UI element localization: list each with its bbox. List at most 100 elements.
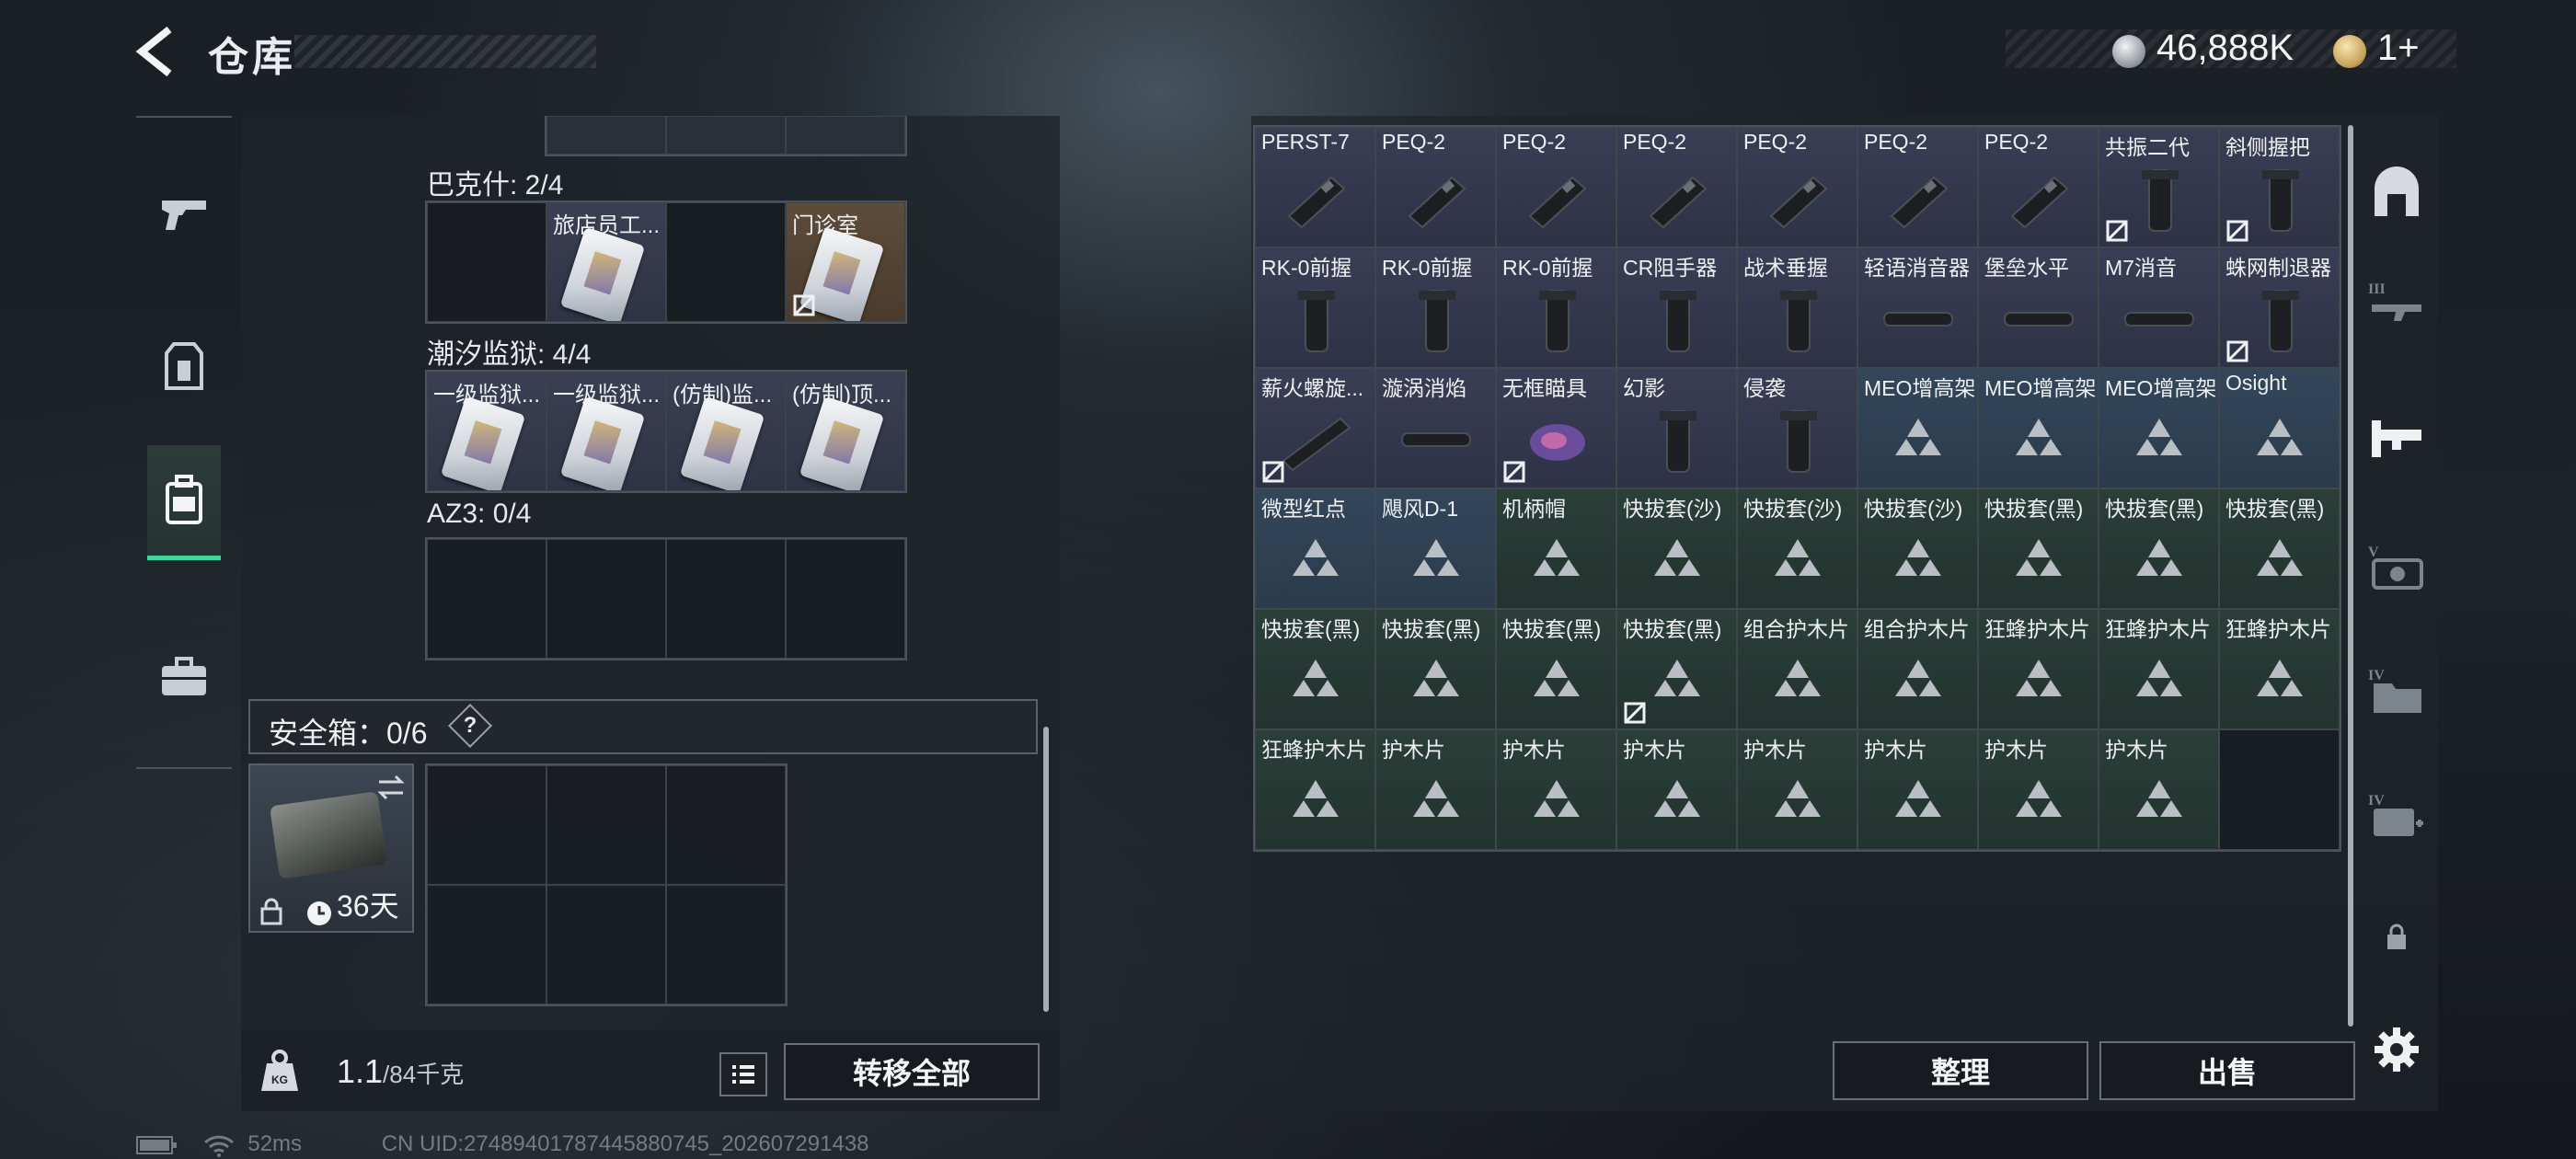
stash-item-cell[interactable]: PEQ-2 bbox=[1616, 127, 1737, 247]
sell-button[interactable]: 出售 bbox=[2099, 1041, 2355, 1100]
stash-item-cell[interactable]: 护木片 bbox=[1857, 729, 1978, 850]
tab-depot[interactable] bbox=[2368, 162, 2425, 226]
list-view-button[interactable] bbox=[719, 1052, 767, 1096]
safe-slot[interactable] bbox=[666, 885, 786, 1004]
safe-slot[interactable] bbox=[427, 885, 546, 1004]
tab-backpack[interactable] bbox=[147, 445, 221, 560]
transfer-all-button[interactable]: 转移全部 bbox=[784, 1043, 1040, 1100]
stash-item-cell[interactable]: MEO增高架 bbox=[2099, 368, 2219, 488]
slot[interactable] bbox=[546, 116, 666, 155]
stash-item-cell[interactable]: 幻影 bbox=[1616, 368, 1737, 488]
stash-item-cell[interactable]: 狂蜂护木片 bbox=[2099, 609, 2219, 729]
stash-item-cell[interactable]: PEQ-2 bbox=[1496, 127, 1616, 247]
stash-item-cell[interactable]: 快拔套(黑) bbox=[1978, 488, 2099, 609]
left-scrollbar[interactable] bbox=[1043, 727, 1049, 1012]
tab-tier-4-medical[interactable]: IV bbox=[2368, 784, 2425, 848]
stash-item-cell[interactable]: 侵袭 bbox=[1737, 368, 1857, 488]
stash-item-cell[interactable]: PEQ-2 bbox=[1737, 127, 1857, 247]
safe-slot[interactable] bbox=[666, 765, 786, 885]
stash-item-cell[interactable]: 飓风D-1 bbox=[1375, 488, 1496, 609]
stash-item-cell[interactable]: PERST-7 bbox=[1255, 127, 1375, 247]
tab-briefcase[interactable] bbox=[147, 622, 221, 732]
sort-button[interactable]: 整理 bbox=[1833, 1041, 2088, 1100]
stash-item-cell[interactable]: PEQ-2 bbox=[1375, 127, 1496, 247]
stash-item-cell[interactable]: 组合护木片 bbox=[1737, 609, 1857, 729]
empty-slot[interactable] bbox=[427, 539, 546, 659]
keycard-slot[interactable]: 一级监狱... bbox=[427, 372, 546, 491]
tab-vest[interactable] bbox=[147, 311, 221, 421]
stash-item-cell[interactable]: 狂蜂护木片 bbox=[1978, 609, 2099, 729]
stash-item-cell[interactable]: 护木片 bbox=[1616, 729, 1737, 850]
stash-item-cell[interactable]: 快拔套(沙) bbox=[1737, 488, 1857, 609]
tab-tier-3[interactable]: III bbox=[2368, 272, 2425, 337]
stash-item-cell[interactable]: 微型红点 bbox=[1255, 488, 1375, 609]
stash-item-cell[interactable]: 快拔套(黑) bbox=[1496, 609, 1616, 729]
stash-item-cell[interactable]: 护木片 bbox=[1737, 729, 1857, 850]
stash-item-cell[interactable]: 堡垒水平 bbox=[1978, 247, 2099, 368]
stash-item-cell[interactable]: 狂蜂护木片 bbox=[1255, 729, 1375, 850]
stash-item-cell[interactable]: 蛛网制退器 bbox=[2219, 247, 2340, 368]
stash-item-cell[interactable]: 机柄帽 bbox=[1496, 488, 1616, 609]
safe-slot[interactable] bbox=[546, 885, 666, 1004]
tab-tier-4[interactable]: IV bbox=[2368, 659, 2425, 723]
stash-item-cell[interactable]: MEO增高架 bbox=[1857, 368, 1978, 488]
settings-button[interactable] bbox=[2368, 1017, 2425, 1082]
empty-cell[interactable] bbox=[2219, 729, 2340, 850]
tab-attachments[interactable] bbox=[2368, 407, 2425, 471]
stash-item-cell[interactable]: 共振二代 bbox=[2099, 127, 2219, 247]
stash-item-cell[interactable]: 斜侧握把 bbox=[2219, 127, 2340, 247]
help-icon[interactable]: ? bbox=[447, 703, 493, 749]
back-arrow-icon[interactable] bbox=[134, 26, 180, 77]
stash-item-cell[interactable]: PEQ-2 bbox=[1857, 127, 1978, 247]
stash-item-cell[interactable]: Osight bbox=[2219, 368, 2340, 488]
keycard-slot[interactable]: 旅店员工... bbox=[546, 202, 666, 322]
placeholder-item-icon bbox=[2016, 419, 2062, 455]
empty-slot[interactable] bbox=[666, 539, 786, 659]
stash-item-cell[interactable]: 快拔套(沙) bbox=[1616, 488, 1737, 609]
safe-box-item[interactable]: 36天 bbox=[248, 763, 414, 933]
stash-item-cell[interactable]: 组合护木片 bbox=[1857, 609, 1978, 729]
stash-item-cell[interactable]: RK-0前握 bbox=[1496, 247, 1616, 368]
tab-weapon[interactable] bbox=[147, 158, 221, 269]
stash-item-cell[interactable]: 护木片 bbox=[1375, 729, 1496, 850]
empty-slot[interactable] bbox=[786, 539, 905, 659]
tab-tier-5[interactable]: V bbox=[2368, 535, 2425, 600]
stash-item-cell[interactable]: 快拔套(黑) bbox=[1375, 609, 1496, 729]
keycard-slot[interactable]: (仿制)监... bbox=[666, 372, 786, 491]
slot[interactable] bbox=[666, 116, 786, 155]
stash-item-cell[interactable]: CR阻手器 bbox=[1616, 247, 1737, 368]
safe-slot[interactable] bbox=[546, 765, 666, 885]
stash-item-cell[interactable]: 护木片 bbox=[2099, 729, 2219, 850]
stash-item-cell[interactable]: 狂蜂护木片 bbox=[2219, 609, 2340, 729]
stash-item-cell[interactable]: 快拔套(黑) bbox=[2219, 488, 2340, 609]
stash-item-cell[interactable]: 薪火螺旋... bbox=[1255, 368, 1375, 488]
keycard-slot[interactable]: (仿制)顶... bbox=[786, 372, 905, 491]
stash-item-cell[interactable]: RK-0前握 bbox=[1255, 247, 1375, 368]
swap-icon[interactable] bbox=[375, 775, 407, 800]
safe-slot[interactable] bbox=[427, 765, 546, 885]
stash-item-cell[interactable]: 快拔套(黑) bbox=[1255, 609, 1375, 729]
stash-item-cell[interactable]: 快拔套(黑) bbox=[1616, 609, 1737, 729]
stash-item-cell[interactable]: 护木片 bbox=[1978, 729, 2099, 850]
stash-item-cell[interactable]: 快拔套(沙) bbox=[1857, 488, 1978, 609]
gold-currency-value[interactable]: 1+ bbox=[2377, 28, 2420, 69]
empty-slot[interactable] bbox=[427, 202, 546, 322]
stash-item-cell[interactable]: PEQ-2 bbox=[1978, 127, 2099, 247]
empty-slot[interactable] bbox=[546, 539, 666, 659]
stash-item-cell[interactable]: 快拔套(黑) bbox=[2099, 488, 2219, 609]
empty-slot[interactable] bbox=[666, 202, 786, 322]
stash-item-cell[interactable]: 轻语消音器 bbox=[1857, 247, 1978, 368]
stash-item-cell[interactable]: MEO增高架 bbox=[1978, 368, 2099, 488]
tab-locked[interactable] bbox=[2368, 905, 2425, 970]
slot[interactable] bbox=[786, 116, 905, 155]
stash-item-cell[interactable]: 无框瞄具 bbox=[1496, 368, 1616, 488]
stash-item-cell[interactable]: 护木片 bbox=[1496, 729, 1616, 850]
stash-item-cell[interactable]: M7消音 bbox=[2099, 247, 2219, 368]
stash-item-cell[interactable]: 漩涡消焰 bbox=[1375, 368, 1496, 488]
stash-item-cell[interactable]: RK-0前握 bbox=[1375, 247, 1496, 368]
item-name: (仿制)监... bbox=[673, 383, 772, 407]
keycard-slot[interactable]: 一级监狱... bbox=[546, 372, 666, 491]
stash-scrollbar[interactable] bbox=[2348, 125, 2353, 1027]
stash-item-cell[interactable]: 战术垂握 bbox=[1737, 247, 1857, 368]
keycard-slot[interactable]: 门诊室 bbox=[786, 202, 905, 322]
